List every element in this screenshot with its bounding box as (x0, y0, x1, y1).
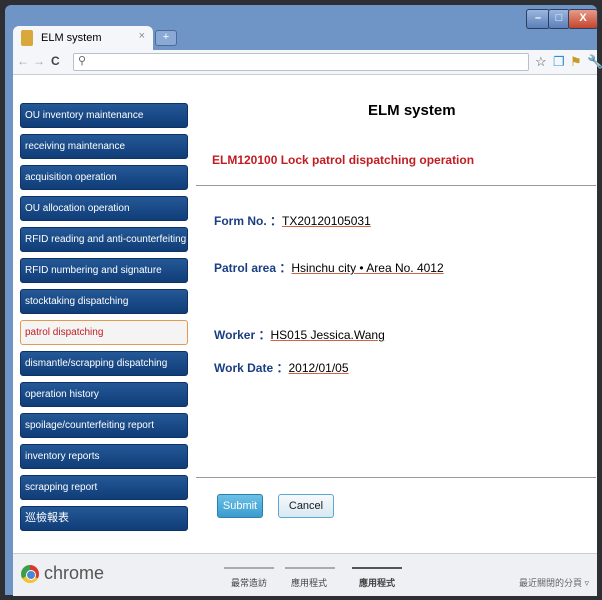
sidebar-item-operation-history[interactable]: operation history (20, 382, 188, 407)
sidebar-item-ou-inventory[interactable]: OU inventory maintenance (20, 103, 188, 128)
sidebar-item-inventory-reports[interactable]: inventory reports (20, 444, 188, 469)
new-tab-bottom-bar: chrome 最常造訪 應用程式 應用程式 最近關閉的分頁 ▿ (13, 553, 597, 596)
divider-bottom (196, 477, 596, 478)
os-window: – □ X ELM system × + ← → C ⚲ ☆ ❐ ⚑ 🔧 OU … (0, 0, 602, 600)
search-icon: ⚲ (78, 55, 87, 67)
patrol-area-value: Hsinchu city • Area No. 4012 (291, 261, 444, 275)
patrol-area-field: Patrol area ：Hsinchu city • Area No. 401… (214, 259, 444, 276)
tab-indicator (285, 567, 335, 569)
close-icon[interactable]: × (139, 30, 145, 42)
extension-icon-2[interactable]: ⚑ (570, 54, 582, 70)
operation-title: ELM120100 Lock patrol dispatching operat… (212, 153, 475, 167)
sidebar-item-rfid-reading[interactable]: RFID reading and anti-counterfeiting (20, 227, 188, 252)
sidebar-item-dismantle[interactable]: dismantle/scrapping dispatching (20, 351, 188, 376)
sidebar-item-spoilage-report[interactable]: spoilage/counterfeiting report (20, 413, 188, 438)
tab-indicator-active (352, 567, 402, 569)
bookmark-star-icon[interactable]: ☆ (535, 54, 547, 70)
tab-indicator (224, 567, 274, 569)
page-icon (21, 30, 33, 46)
browser-tab[interactable]: ELM system × (13, 26, 153, 50)
page-title: ELM system (368, 102, 456, 119)
worker-label: Worker ： (214, 328, 271, 342)
chrome-logo-icon (21, 565, 39, 583)
sidebar-item-patrol-dispatching[interactable]: patrol dispatching (20, 320, 188, 345)
divider (196, 185, 596, 186)
recently-closed[interactable]: 最近關閉的分頁 ▿ (519, 576, 589, 589)
work-date-value: 2012/01/05 (288, 361, 349, 375)
sidebar-item-stocktaking[interactable]: stocktaking dispatching (20, 289, 188, 314)
minimize-button[interactable]: – (526, 9, 550, 29)
brand-text: chrome (44, 563, 105, 583)
back-icon[interactable]: ← (17, 54, 29, 68)
work-date-label: Work Date ： (214, 361, 289, 375)
patrol-area-label: Patrol area ： (214, 261, 292, 275)
sidebar-item-patrol-report[interactable]: 巡檢報表 (20, 506, 188, 531)
sidebar-item-receiving[interactable]: receiving maintenance (20, 134, 188, 159)
wrench-icon[interactable]: 🔧 (587, 54, 602, 70)
bottom-tab-apps[interactable]: 應用程式 (291, 576, 327, 589)
worker-field: Worker ：HS015 Jessica.Wang (214, 326, 385, 343)
work-date-field: Work Date ：2012/01/05 (214, 359, 349, 376)
new-tab-button[interactable]: + (155, 30, 177, 46)
form-no-field: Form No. ：TX20120105031 (214, 212, 371, 229)
sidebar-item-ou-allocation[interactable]: OU allocation operation (20, 196, 188, 221)
maximize-button[interactable]: □ (548, 9, 570, 29)
form-no-value: TX20120105031 (282, 214, 371, 228)
sidebar-item-scrapping-report[interactable]: scrapping report (20, 475, 188, 500)
reload-icon[interactable]: C (51, 54, 60, 68)
form-no-label: Form No. ： (214, 214, 282, 228)
bottom-tab-apps-active[interactable]: 應用程式 (359, 576, 395, 589)
extension-icon[interactable]: ❐ (553, 54, 565, 70)
sidebar-item-acquisition[interactable]: acquisition operation (20, 165, 188, 190)
close-window-button[interactable]: X (568, 9, 598, 29)
page-content: OU inventory maintenance receiving maint… (13, 75, 597, 553)
submit-button[interactable]: Submit (217, 494, 263, 518)
worker-value: HS015 Jessica.Wang (270, 328, 385, 342)
bottom-tab-most-visited[interactable]: 最常造訪 (231, 576, 267, 589)
forward-icon[interactable]: → (33, 54, 45, 68)
sidebar-item-rfid-numbering[interactable]: RFID numbering and signature (20, 258, 188, 283)
tab-title: ELM system (41, 32, 102, 44)
browser-toolbar: ← → C ⚲ ☆ ❐ ⚑ 🔧 (13, 50, 602, 75)
cancel-button[interactable]: Cancel (278, 494, 334, 518)
address-bar[interactable]: ⚲ (73, 53, 529, 71)
sidebar-nav: OU inventory maintenance receiving maint… (20, 103, 188, 537)
